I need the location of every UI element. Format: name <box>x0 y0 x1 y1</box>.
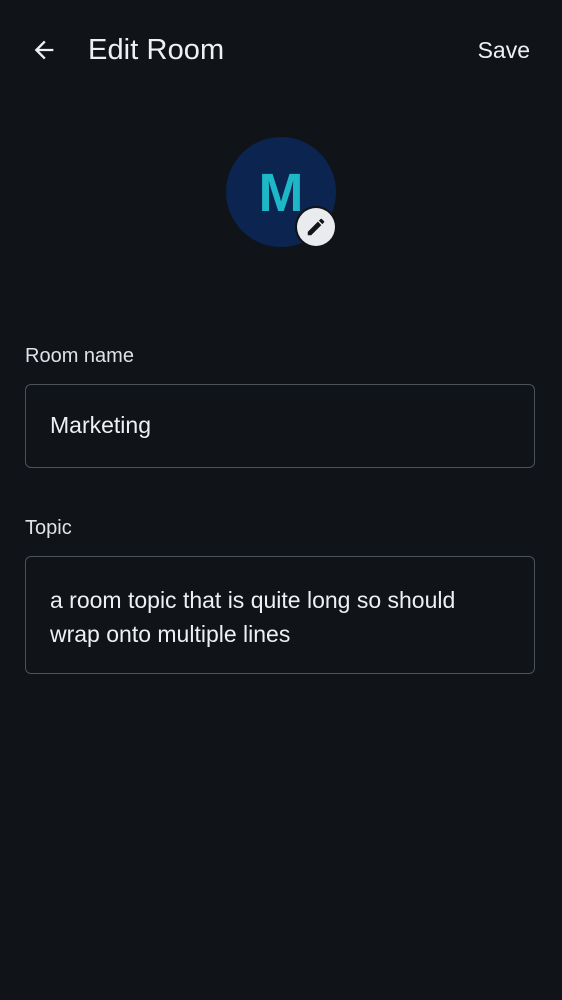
room-name-label: Room name <box>25 345 134 367</box>
room-name-input[interactable] <box>26 385 534 465</box>
edit-room-screen: Edit Room Save M Room name Topic a room … <box>0 0 562 1000</box>
page-title: Edit Room <box>88 34 225 66</box>
back-button[interactable] <box>22 28 66 72</box>
top-app-bar: Edit Room Save <box>0 0 562 100</box>
arrow-left-icon <box>30 36 58 64</box>
topic-input[interactable]: a room topic that is quite long so shoul… <box>26 557 534 671</box>
room-name-field-container <box>25 384 535 468</box>
pencil-icon <box>305 216 327 238</box>
save-button[interactable]: Save <box>478 32 530 68</box>
room-avatar[interactable]: M <box>226 137 336 247</box>
edit-avatar-button[interactable] <box>297 208 335 246</box>
topic-field-container: a room topic that is quite long so shoul… <box>25 556 535 674</box>
topic-label: Topic <box>25 517 72 539</box>
avatar-initial: M <box>258 163 304 223</box>
